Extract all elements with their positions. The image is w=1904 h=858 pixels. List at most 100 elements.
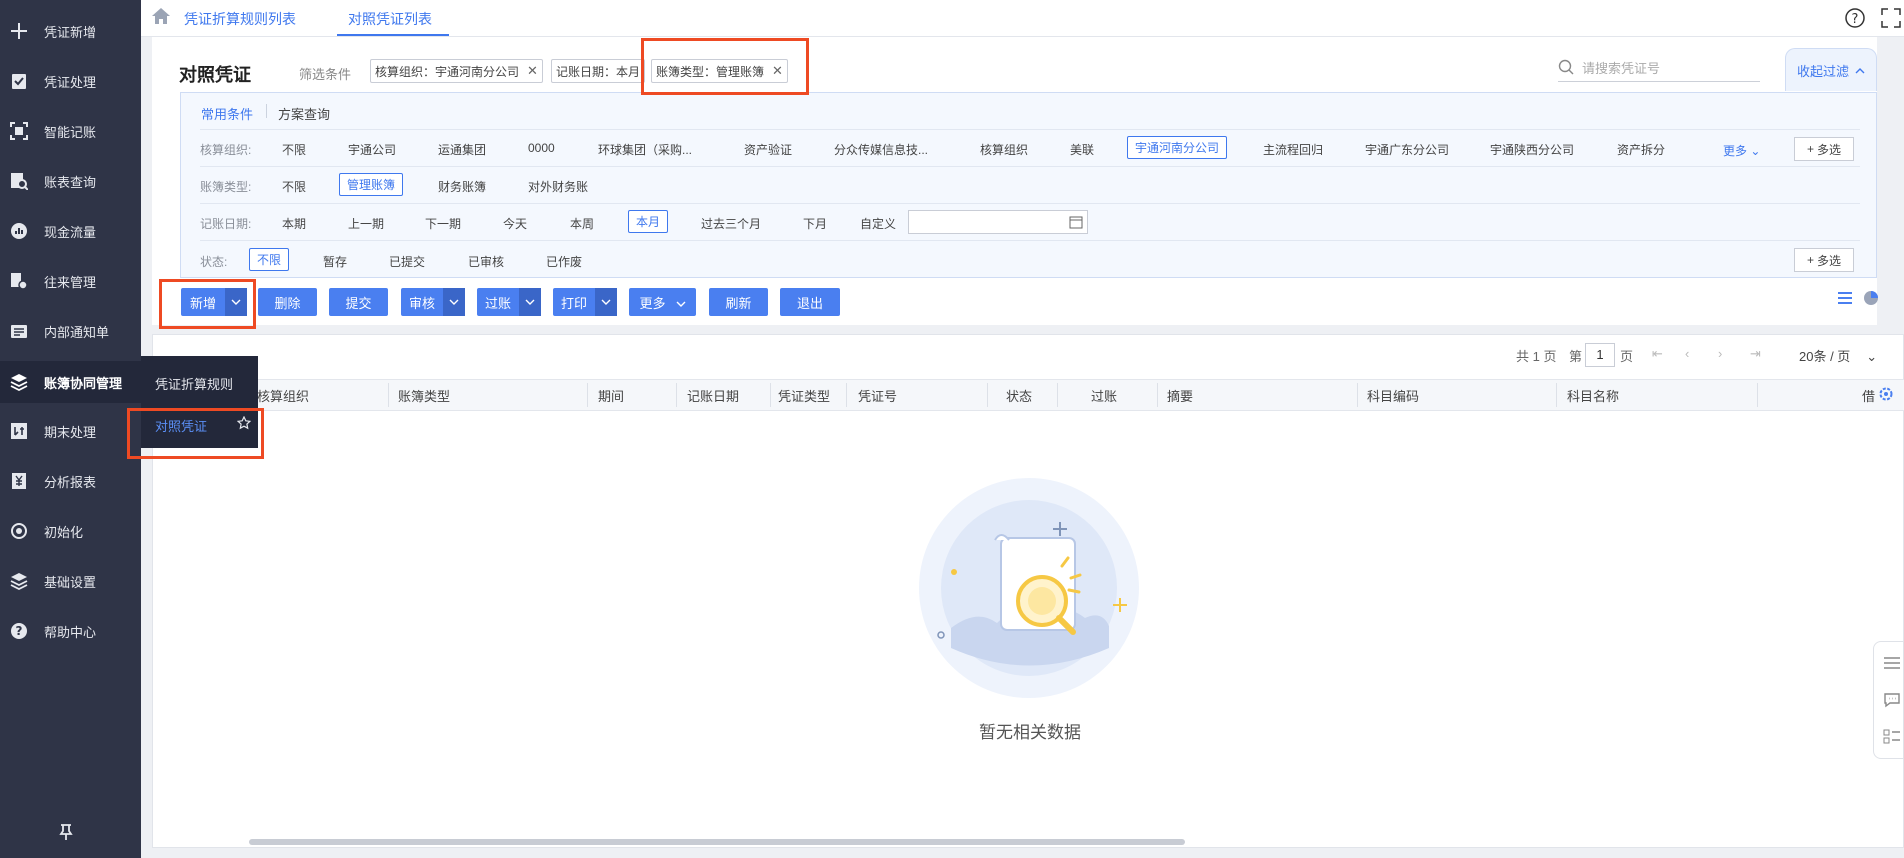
nav-item-period-end[interactable]: 期末处理	[0, 411, 141, 451]
nav-item-init[interactable]: 初始化	[0, 511, 141, 551]
chevron-down-icon[interactable]	[225, 288, 247, 316]
page-number-input[interactable]: 1	[1585, 343, 1615, 367]
column-header[interactable]: 科目编码	[1367, 386, 1419, 405]
list-view-icon[interactable]	[1837, 291, 1853, 308]
menu-lines-icon[interactable]	[1883, 656, 1901, 673]
column-header[interactable]: 状态	[1006, 386, 1032, 405]
date-option-selected[interactable]: 本月	[628, 210, 669, 233]
book-type-option-selected[interactable]: 管理账簿	[339, 173, 404, 196]
new-button[interactable]: 新增	[181, 288, 247, 316]
calendar-icon[interactable]	[1069, 215, 1083, 232]
status-option[interactable]: 已提交	[389, 253, 425, 270]
column-header[interactable]: 期间	[598, 386, 624, 405]
column-header[interactable]: 凭证号	[858, 386, 897, 405]
gear-icon[interactable]	[1878, 386, 1894, 405]
last-page-icon[interactable]: ⇥	[1750, 346, 1761, 362]
next-page-icon[interactable]: ›	[1718, 346, 1722, 361]
org-option[interactable]: 资产验证	[744, 141, 792, 158]
date-option[interactable]: 下月	[803, 215, 827, 232]
nav-item-help[interactable]: ? 帮助中心	[0, 611, 141, 651]
org-option-selected[interactable]: 宇通河南分公司	[1127, 136, 1228, 159]
org-option[interactable]: 运通集团	[438, 141, 486, 158]
nav-item-voucher-new[interactable]: 凭证新增	[0, 11, 141, 51]
nav-item-ledger-collab[interactable]: 账簿协同管理	[0, 361, 141, 403]
delete-button[interactable]: 删除	[258, 288, 317, 316]
org-option[interactable]: 宇通陕西分公司	[1490, 141, 1574, 158]
search-input[interactable]	[1582, 60, 1742, 76]
column-separator[interactable]	[1757, 383, 1758, 407]
submit-button[interactable]: 提交	[329, 288, 388, 316]
book-type-option[interactable]: 对外财务账	[528, 178, 588, 195]
audit-button[interactable]: 审核	[401, 288, 465, 316]
home-icon[interactable]	[151, 7, 171, 28]
fullscreen-icon[interactable]	[1879, 6, 1903, 30]
grid-list-icon[interactable]	[1883, 729, 1901, 748]
nav-item-cash-flow[interactable]: 现金流量	[0, 211, 141, 251]
status-option[interactable]: 已作废	[546, 253, 582, 270]
horizontal-scrollbar[interactable]	[249, 839, 1185, 845]
date-option-custom[interactable]: 自定义	[860, 215, 896, 232]
date-option[interactable]: 本周	[570, 215, 594, 232]
nav-item-smart-booking[interactable]: 智能记账	[0, 111, 141, 151]
status-option[interactable]: 暂存	[323, 253, 347, 270]
nav-item-basic-settings[interactable]: 基础设置	[0, 561, 141, 601]
column-header[interactable]: 过账	[1091, 386, 1117, 405]
chat-bubble-icon[interactable]	[1883, 692, 1901, 711]
org-option[interactable]: 分众传媒信息技...	[834, 141, 928, 158]
nav-item-voucher-process[interactable]: 凭证处理	[0, 61, 141, 101]
column-separator[interactable]	[388, 383, 389, 407]
status-multiselect-button[interactable]: + 多选	[1794, 248, 1854, 272]
chevron-down-icon[interactable]	[519, 288, 541, 316]
column-separator[interactable]	[1357, 383, 1358, 407]
first-page-icon[interactable]: ⇤	[1652, 346, 1663, 362]
date-option[interactable]: 本期	[282, 215, 306, 232]
column-header[interactable]: 借	[1862, 386, 1875, 405]
tab-comparison-voucher-list[interactable]: 对照凭证列表	[348, 9, 432, 29]
org-option[interactable]: 资产拆分	[1617, 141, 1665, 158]
nav-item-ar-ap[interactable]: 往来管理	[0, 261, 141, 301]
nav-item-analysis-report[interactable]: 分析报表	[0, 461, 141, 501]
submenu-item-conversion-rules[interactable]: 凭证折算规则	[155, 374, 233, 393]
more-button[interactable]: 更多	[629, 288, 696, 316]
filter-chip-org[interactable]: 核算组织：宇通河南分公司 ✕	[370, 59, 543, 83]
filter-chip-book-type[interactable]: 账簿类型：管理账簿 ✕	[651, 59, 788, 83]
column-separator[interactable]	[1157, 383, 1158, 407]
column-separator[interactable]	[1057, 383, 1058, 407]
column-separator[interactable]	[587, 383, 588, 407]
org-option[interactable]: 美联	[1070, 141, 1094, 158]
org-option[interactable]: 环球集团（采购...	[598, 141, 692, 158]
close-icon[interactable]: ✕	[527, 63, 538, 79]
date-option[interactable]: 上一期	[348, 215, 384, 232]
star-icon[interactable]	[236, 415, 252, 433]
date-option[interactable]: 今天	[503, 215, 527, 232]
page-size-select[interactable]: 20条 / 页 ⌄	[1799, 346, 1877, 365]
date-option[interactable]: 下一期	[425, 215, 461, 232]
column-separator[interactable]	[987, 383, 988, 407]
column-separator[interactable]	[770, 383, 771, 407]
org-option[interactable]: 核算组织	[980, 141, 1028, 158]
column-separator[interactable]	[1556, 383, 1557, 407]
org-option[interactable]: 宇通公司	[348, 141, 396, 158]
print-button[interactable]: 打印	[553, 288, 617, 316]
tab-common-conditions[interactable]: 常用条件	[201, 104, 253, 123]
column-header[interactable]: 记账日期	[687, 386, 739, 405]
pie-chart-icon[interactable]	[1863, 290, 1879, 309]
custom-date-input[interactable]	[908, 210, 1088, 234]
submenu-item-comparison-voucher[interactable]: 对照凭证	[155, 416, 207, 435]
org-multiselect-button[interactable]: + 多选	[1794, 137, 1854, 161]
column-header[interactable]: 凭证类型	[778, 386, 830, 405]
refresh-button[interactable]: 刷新	[709, 288, 768, 316]
chevron-down-icon[interactable]	[595, 288, 617, 316]
org-option[interactable]: 宇通广东分公司	[1365, 141, 1449, 158]
more-orgs-link[interactable]: 更多 ⌄	[1723, 142, 1760, 159]
tab-scheme-query[interactable]: 方案查询	[278, 104, 330, 123]
tab-conversion-rules-list[interactable]: 凭证折算规则列表	[184, 9, 296, 29]
nav-item-internal-notice[interactable]: 内部通知单	[0, 311, 141, 351]
collapse-filter-button[interactable]: 收起过滤	[1785, 48, 1877, 91]
book-type-option[interactable]: 财务账簿	[438, 178, 486, 195]
column-header[interactable]: 核算组织	[257, 386, 309, 405]
nav-item-report-query[interactable]: 账表查询	[0, 161, 141, 201]
column-separator[interactable]	[846, 383, 847, 407]
org-option[interactable]: 0000	[528, 141, 555, 155]
close-icon[interactable]: ✕	[772, 63, 783, 79]
